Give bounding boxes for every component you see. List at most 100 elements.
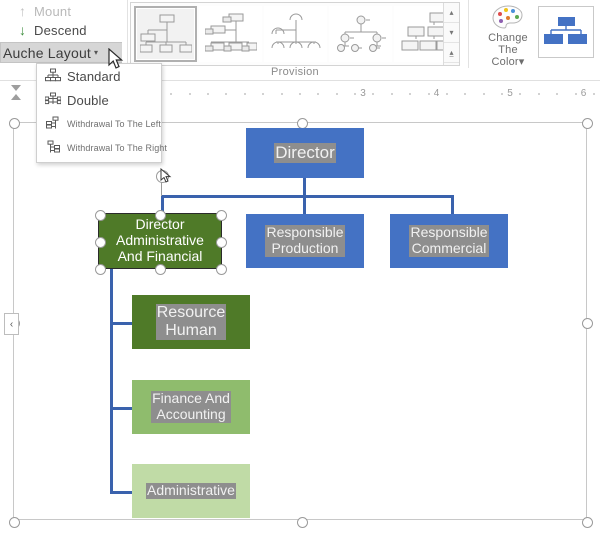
gallery-more-button[interactable]: ▴̲ bbox=[444, 43, 459, 63]
node-handle-top-right[interactable] bbox=[216, 210, 227, 221]
resize-handle-top-right[interactable] bbox=[582, 118, 593, 129]
ruler-minor-tick bbox=[482, 93, 485, 95]
gallery-item-name-and-title-organization-chart[interactable] bbox=[199, 6, 263, 62]
ruler-minor-tick bbox=[464, 93, 467, 95]
change-color-label-line1: Change The bbox=[488, 32, 528, 56]
node-resource-human[interactable]: Resource Human bbox=[132, 295, 250, 349]
auche-layout-button[interactable]: Auche Layout ▾ bbox=[0, 42, 122, 63]
auche-layout-label: Auche Layout bbox=[3, 44, 92, 61]
ruler-number: 4 bbox=[433, 88, 440, 99]
ruler-minor-tick bbox=[519, 93, 522, 95]
node-handle-middle-left[interactable] bbox=[95, 237, 106, 248]
ribbon-command-stack: ↑ Mount ↓ Descend bbox=[8, 2, 126, 40]
ruler-minor-tick bbox=[207, 93, 209, 95]
connector-to-resource-human bbox=[110, 322, 132, 325]
resize-handle-bottom-right[interactable] bbox=[582, 517, 593, 528]
ruler-number: 6 bbox=[580, 88, 587, 99]
gallery-scroll-up-button[interactable]: ▴ bbox=[444, 3, 459, 23]
connector-director-down bbox=[303, 177, 306, 197]
smartart-style-thumbnail[interactable] bbox=[538, 6, 594, 58]
menu-item-standard[interactable]: Standard bbox=[37, 64, 161, 88]
change-color-label-line2: Color▾ bbox=[491, 56, 525, 68]
first-line-indent-marker[interactable] bbox=[11, 85, 21, 91]
menu-item-double[interactable]: Double bbox=[37, 88, 161, 112]
text-pane-toggle-button[interactable]: ‹ bbox=[4, 313, 19, 335]
node-handle-bottom-right[interactable] bbox=[216, 264, 227, 275]
ruler-minor-tick bbox=[298, 93, 301, 95]
node-resource-human-text: Resource Human bbox=[155, 304, 227, 340]
menu-item-withdrawal-left[interactable]: Withdrawal To The Left bbox=[37, 112, 161, 136]
node-handle-bottom-left[interactable] bbox=[95, 264, 106, 275]
ruler-minor-tick bbox=[317, 93, 320, 95]
ruler-minor-tick bbox=[409, 93, 412, 95]
menu-item-withdrawal-right-label: Withdrawal To The Right bbox=[67, 143, 168, 153]
connector-to-administrative bbox=[110, 491, 132, 494]
ruler-minor-tick bbox=[354, 93, 356, 95]
node-handle-bottom-center[interactable] bbox=[155, 264, 166, 275]
ruler-minor-tick bbox=[188, 93, 191, 95]
gallery-item-organization-chart[interactable] bbox=[134, 6, 198, 62]
node-responsible-production[interactable]: Responsible Production bbox=[246, 214, 364, 268]
ruler-minor-tick bbox=[262, 93, 265, 95]
ruler-minor-tick bbox=[390, 93, 393, 95]
node-director-text: Director bbox=[274, 143, 336, 163]
node-finance-and-accounting[interactable]: Finance And Accounting bbox=[132, 380, 250, 434]
mount-label: Mount bbox=[34, 4, 72, 19]
descend-button[interactable]: ↓ Descend bbox=[8, 21, 126, 40]
ruler-minor-tick bbox=[537, 93, 540, 95]
gallery-item-circle-picture-hierarchy[interactable] bbox=[329, 6, 393, 62]
chevron-down-icon: ▾ bbox=[94, 48, 99, 57]
ruler-minor-tick bbox=[574, 93, 577, 95]
node-handle-middle-right[interactable] bbox=[216, 237, 227, 248]
ruler-minor-tick bbox=[372, 93, 375, 95]
node-responsible-commercial-text: Responsible Commercial bbox=[409, 224, 489, 257]
connector-admin-spine bbox=[110, 268, 113, 494]
ruler-minor-tick bbox=[501, 93, 503, 95]
node-responsible-commercial[interactable]: Responsible Commercial bbox=[390, 214, 508, 268]
mount-button[interactable]: ↑ Mount bbox=[8, 2, 126, 21]
circle-picture-hierarchy-icon bbox=[336, 15, 386, 52]
layout-left-icon bbox=[46, 116, 59, 129]
smartart-container[interactable]: ‹ bbox=[4, 118, 593, 528]
application-window: ↑ Mount ↓ Descend Auche Layout ▾ ▴ ▾ ▴̲ … bbox=[0, 0, 600, 534]
node-director-administrative-and-financial-text: Director Administrative And Financial bbox=[116, 216, 204, 264]
ruler-minor-tick bbox=[170, 93, 173, 95]
hanging-indent-marker[interactable] bbox=[11, 94, 21, 100]
ruler-minor-tick bbox=[445, 93, 448, 95]
resize-handle-middle-right[interactable] bbox=[582, 318, 593, 329]
node-director-administrative-and-financial[interactable]: Director Administrative And Financial bbox=[98, 213, 222, 269]
smartart-style-preview-icon bbox=[544, 17, 587, 44]
gallery-scroll-down-button[interactable]: ▾ bbox=[444, 23, 459, 43]
node-handle-top-left[interactable] bbox=[95, 210, 106, 221]
layout-both-icon bbox=[45, 92, 61, 105]
layout-standard-icon bbox=[45, 68, 61, 82]
change-color-button[interactable]: Change The Color▾ bbox=[478, 4, 538, 68]
name-and-title-organization-chart-icon bbox=[204, 13, 257, 52]
chevron-down-icon: ▾ bbox=[518, 56, 525, 68]
layout-dropdown-menu[interactable]: Standard Double Withdrawal To The Left W… bbox=[36, 63, 167, 163]
layout-gallery-items bbox=[131, 3, 459, 65]
ruler-minor-tick bbox=[225, 93, 228, 95]
node-director[interactable]: Director bbox=[246, 128, 364, 178]
connector-to-commercial bbox=[451, 195, 454, 214]
menu-item-withdrawal-left-label: Withdrawal To The Left bbox=[67, 119, 161, 129]
document-canvas[interactable]: ‹ Director Director Administrative And F… bbox=[0, 104, 600, 534]
resize-handle-bottom-left[interactable] bbox=[9, 517, 20, 528]
resize-handle-top-left[interactable] bbox=[9, 118, 20, 129]
half-circle-organization-chart-icon bbox=[271, 13, 321, 49]
connector-to-finance bbox=[110, 407, 132, 410]
indent-markers[interactable] bbox=[10, 84, 22, 104]
palette-icon bbox=[492, 5, 523, 29]
organization-chart-icon bbox=[139, 14, 192, 53]
resize-handle-bottom-center[interactable] bbox=[297, 517, 308, 528]
gallery-scrollbar[interactable]: ▴ ▾ ▴̲ bbox=[443, 3, 459, 65]
menu-item-double-label: Double bbox=[67, 92, 109, 108]
node-administrative[interactable]: Administrative bbox=[132, 464, 250, 518]
layout-right-icon bbox=[47, 140, 60, 153]
gallery-item-half-circle-organization-chart[interactable] bbox=[264, 6, 328, 62]
node-responsible-production-text: Responsible Production bbox=[265, 224, 345, 257]
node-handle-top-center[interactable] bbox=[155, 210, 166, 221]
menu-item-withdrawal-right[interactable]: Withdrawal To The Right bbox=[37, 136, 167, 160]
connector-level2-bus bbox=[161, 195, 454, 198]
layout-gallery[interactable]: ▴ ▾ ▴̲ bbox=[130, 2, 460, 66]
